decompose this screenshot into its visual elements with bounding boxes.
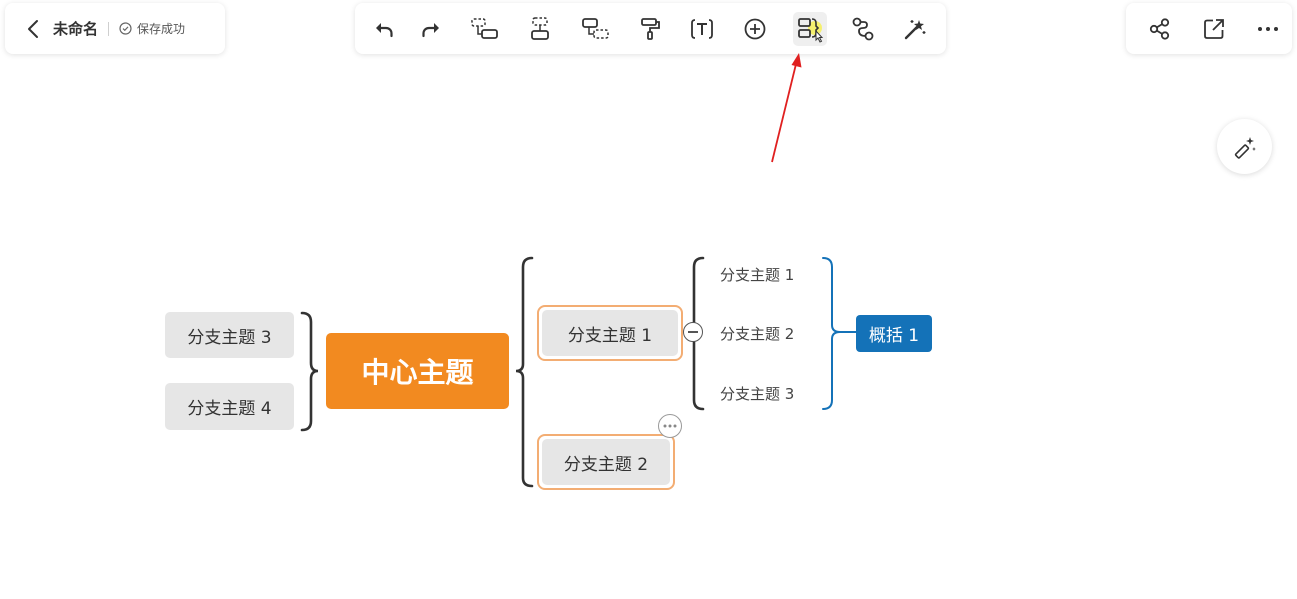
add-sibling-topic-icon bbox=[531, 17, 549, 40]
branch-topic-2-label: 分支主题 2 bbox=[563, 454, 649, 475]
title-panel: 未命名 保存成功 bbox=[5, 3, 225, 54]
subtopic-1[interactable]: 分支主题 1 bbox=[720, 264, 794, 285]
branch-topic-3[interactable]: 分支主题 3 bbox=[165, 312, 294, 358]
summary-topic-label: 概括 1 bbox=[868, 326, 920, 346]
redo-icon bbox=[422, 23, 439, 38]
branch-topic-1-label: 分支主题 1 bbox=[567, 325, 653, 346]
magic-wand-button[interactable] bbox=[898, 12, 932, 46]
text-button[interactable] bbox=[685, 12, 719, 46]
summary-button[interactable] bbox=[793, 12, 827, 46]
ai-magic-icon bbox=[1234, 136, 1256, 159]
share-button[interactable] bbox=[1143, 12, 1177, 46]
more-icon bbox=[1258, 27, 1278, 31]
back-button[interactable] bbox=[21, 17, 45, 41]
save-status: 保存成功 bbox=[119, 20, 185, 37]
branch-topic-1[interactable]: 分支主题 1 bbox=[542, 310, 678, 356]
add-child-topic-icon bbox=[471, 18, 498, 39]
right-toolbar bbox=[1126, 3, 1292, 54]
relation-line-icon bbox=[852, 17, 874, 41]
document-title[interactable]: 未命名 bbox=[53, 18, 98, 39]
branch-topic-3-label: 分支主题 3 bbox=[187, 327, 272, 348]
summary-icon bbox=[798, 18, 824, 43]
undo-button[interactable] bbox=[367, 12, 401, 46]
text-icon bbox=[691, 19, 713, 39]
central-topic-label: 中心主题 bbox=[361, 356, 474, 389]
subtopic-2[interactable]: 分支主题 2 bbox=[720, 323, 794, 344]
divider bbox=[108, 21, 110, 36]
ellipsis-icon bbox=[663, 424, 677, 428]
branch-topic-2[interactable]: 分支主题 2 bbox=[542, 439, 670, 485]
comment-button[interactable] bbox=[658, 414, 682, 438]
branch-topic-4-label: 分支主题 4 bbox=[187, 399, 272, 419]
undo-icon bbox=[376, 23, 393, 38]
main-toolbar bbox=[355, 3, 946, 54]
collapse-button[interactable] bbox=[683, 322, 703, 342]
magic-wand-icon bbox=[904, 20, 926, 40]
insert-button[interactable] bbox=[738, 12, 772, 46]
plus-circle-icon bbox=[744, 18, 766, 40]
chevron-left-icon bbox=[28, 19, 38, 38]
add-sibling-topic-button[interactable] bbox=[523, 12, 557, 46]
add-parent-topic-icon bbox=[582, 18, 609, 39]
redo-button[interactable] bbox=[414, 12, 448, 46]
share-icon bbox=[1149, 18, 1170, 40]
add-child-topic-button[interactable] bbox=[468, 12, 502, 46]
add-parent-topic-button[interactable] bbox=[579, 12, 613, 46]
summary-topic[interactable]: 概括 1 bbox=[856, 315, 932, 352]
relation-line-button[interactable] bbox=[846, 12, 880, 46]
ai-assistant-button[interactable] bbox=[1217, 119, 1272, 174]
save-status-text: 保存成功 bbox=[137, 22, 186, 36]
mindmap-connectors bbox=[300, 53, 856, 488]
more-button[interactable] bbox=[1251, 12, 1285, 46]
export-button[interactable] bbox=[1197, 12, 1231, 46]
central-topic[interactable]: 中心主题 bbox=[326, 333, 509, 409]
branch-topic-4[interactable]: 分支主题 4 bbox=[165, 383, 294, 430]
export-icon bbox=[1204, 19, 1224, 39]
subtopic-3[interactable]: 分支主题 3 bbox=[720, 383, 794, 404]
format-painter-icon bbox=[641, 18, 660, 40]
format-painter-button[interactable] bbox=[633, 12, 667, 46]
check-circle-icon bbox=[119, 22, 132, 35]
